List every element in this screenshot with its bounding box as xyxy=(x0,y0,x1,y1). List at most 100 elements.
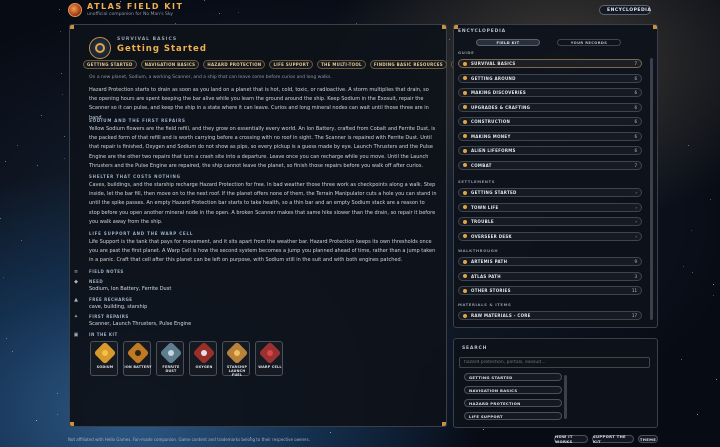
encyclopedia-row[interactable]: GETTING AROUND 6 xyxy=(458,73,642,83)
item-glyph-icon xyxy=(135,350,141,356)
support-the-kit-button[interactable]: SUPPORT THE KIT xyxy=(592,434,634,444)
panel-corner xyxy=(70,25,74,29)
encyclopedia-row[interactable]: RAW MATERIALS - CORE 17 xyxy=(458,311,642,320)
star-dot xyxy=(40,114,42,116)
encyclopedia-row[interactable]: TROUBLE › xyxy=(458,217,642,226)
disclaimer-text: Not affiliated with Hello Games. Fan-mad… xyxy=(68,437,310,442)
star-dot xyxy=(697,414,699,416)
tab-navigation-basics[interactable]: NAVIGATION BASICS xyxy=(140,60,200,69)
article-intro: On a new planet, Sodium, a working Scann… xyxy=(89,75,332,80)
how-it-works-button[interactable]: HOW IT WORKS xyxy=(554,434,588,444)
encyclopedia-row-label: TOWN LIFE xyxy=(471,204,499,210)
kit-item-card[interactable]: FERRITE DUST xyxy=(156,341,184,376)
search-scrollbar[interactable] xyxy=(564,375,567,419)
encyclopedia-row[interactable]: ALIEN LIFEFORMS 6 xyxy=(458,146,642,155)
encyclopedia-row[interactable]: OVERSEER DESK › xyxy=(458,231,642,241)
category-icon xyxy=(463,274,467,278)
need-label: NEED xyxy=(89,279,104,284)
encyclopedia-row-count: 6 xyxy=(634,75,637,81)
star-dot xyxy=(449,38,451,40)
encyclopedia-toggle-button[interactable]: ENCYCLOPEDIA xyxy=(599,5,651,15)
star-dot xyxy=(2,276,4,278)
star-dot xyxy=(20,239,22,241)
star-dot xyxy=(59,30,61,32)
encyclopedia-row[interactable]: UPGRADES & CRAFTING 6 xyxy=(458,102,642,112)
search-result-item[interactable]: HAZARD PROTECTION xyxy=(464,399,562,407)
encyclopedia-title: ENCYCLOPEDIA xyxy=(458,29,506,34)
category-icon xyxy=(463,90,467,95)
notes-icon: ≡ xyxy=(73,269,79,275)
star-dot xyxy=(681,358,683,360)
compass-ring xyxy=(95,43,105,53)
kit-item-card[interactable]: ION BATTERY xyxy=(123,341,151,376)
field-kit-toggle[interactable]: FIELD KIT xyxy=(476,39,540,46)
category-icon xyxy=(463,190,467,195)
encyclopedia-row[interactable]: ARTEMIS PATH 9 xyxy=(458,257,642,266)
star-dot xyxy=(63,136,65,138)
tab-getting-started[interactable]: GETTING STARTED xyxy=(83,60,137,69)
section-heading-shelter: SHELTER THAT COSTS NOTHING xyxy=(89,174,181,179)
encyclopedia-row-label: MAKING DISCOVERIES xyxy=(471,90,527,95)
star-dot xyxy=(64,157,66,159)
encyclopedia-row[interactable]: OTHER STORIES 11 xyxy=(458,286,642,295)
your-records-toggle[interactable]: YOUR RECORDS xyxy=(557,39,621,46)
kit-item-card[interactable]: STARSHIP LAUNCH FUEL xyxy=(222,341,250,377)
search-result-item[interactable]: LIFE SUPPORT xyxy=(464,412,562,420)
encyclopedia-row-count: 3 xyxy=(634,273,637,279)
encyclopedia-row[interactable]: COMBAT 7 xyxy=(458,160,642,170)
encyclopedia-row-label: GETTING AROUND xyxy=(471,75,516,81)
star-dot xyxy=(12,351,14,353)
item-glyph-icon xyxy=(102,350,108,356)
category-icon xyxy=(463,234,467,238)
encyclopedia-row-count: 6 xyxy=(634,119,637,124)
need-icon: ◆ xyxy=(74,279,78,285)
search-result-item[interactable]: GETTING STARTED xyxy=(464,373,562,381)
encyclopedia-row-count: 6 xyxy=(634,104,637,110)
first-repairs-label: FIRST REPAIRS xyxy=(89,314,129,319)
category-icon xyxy=(463,313,467,318)
encyclopedia-row[interactable]: SURVIVAL BASICS 7 xyxy=(458,59,642,68)
tab-finding-basic-resources[interactable]: FINDING BASIC RESOURCES xyxy=(369,60,447,69)
encyclopedia-row[interactable]: CONSTRUCTION 6 xyxy=(458,117,642,126)
star-dot xyxy=(0,217,2,219)
category-icon xyxy=(463,259,467,264)
encyclopedia-row[interactable]: GETTING STARTED › xyxy=(458,188,642,197)
kit-item-card[interactable]: OXYGEN xyxy=(189,341,217,376)
star-dot xyxy=(716,379,718,381)
kit-item-label: OXYGEN xyxy=(195,365,213,369)
search-input[interactable] xyxy=(459,357,650,368)
item-glyph-icon xyxy=(168,350,174,356)
encyclopedia-row-label: COMBAT xyxy=(471,162,492,168)
star-dot xyxy=(683,266,685,268)
encyclopedia-toggle-label: ENCYCLOPEDIA xyxy=(607,7,652,13)
encyclopedia-row-count: 17 xyxy=(631,313,637,318)
encyclopedia-row[interactable]: TOWN LIFE › xyxy=(458,202,642,212)
encyclopedia-panel xyxy=(453,24,658,328)
star-dot xyxy=(57,414,59,416)
encyclopedia-row-count: 7 xyxy=(634,162,637,168)
star-dot xyxy=(692,272,694,274)
star-dot xyxy=(690,229,692,231)
encyclopedia-row-label: TROUBLE xyxy=(471,219,494,224)
kit-item-card[interactable]: WARP CELL xyxy=(255,341,283,376)
tab-hazard-protection[interactable]: HAZARD PROTECTION xyxy=(203,60,266,69)
panel-corner xyxy=(442,422,446,426)
tab-life-support[interactable]: LIFE SUPPORT xyxy=(269,60,313,69)
paragraph-life-support: Life Support is the tank that pays for m… xyxy=(89,239,436,264)
tab-the-multi-tool[interactable]: THE MULTI-TOOL xyxy=(316,60,366,69)
encyclopedia-row-count: 6 xyxy=(634,148,637,153)
category-icon xyxy=(463,76,467,80)
theme-button[interactable]: THEME xyxy=(638,435,658,443)
kit-item-label: WARP CELL xyxy=(258,365,282,369)
paragraph-sodium: Yellow Sodium flowers are the field refi… xyxy=(89,126,436,169)
encyclopedia-row[interactable]: MAKING DISCOVERIES 6 xyxy=(458,88,642,97)
star-dot xyxy=(482,429,484,431)
kit-item-label: STARSHIP LAUNCH FUEL xyxy=(226,365,248,377)
encyclopedia-row[interactable]: ATLAS PATH 3 xyxy=(458,271,642,281)
encyclopedia-scrollbar[interactable] xyxy=(650,58,653,320)
search-result-item[interactable]: NAVIGATION BASICS xyxy=(464,386,562,394)
star-dot xyxy=(62,94,63,96)
encyclopedia-row[interactable]: MAKING MONEY 6 xyxy=(458,131,642,141)
recharge-value: cave, building, starship xyxy=(89,304,148,310)
kit-item-card[interactable]: SODIUM xyxy=(90,341,118,376)
